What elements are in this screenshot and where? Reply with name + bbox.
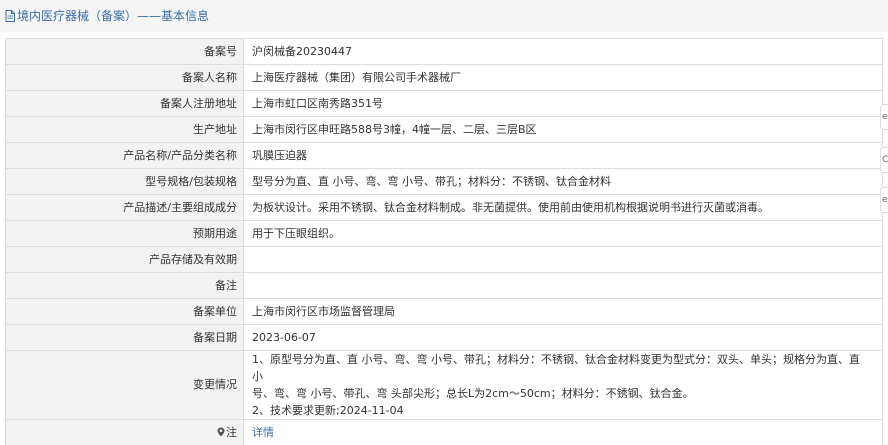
table-row: 变更情况 1、原型号分为直、直 小号、弯、弯 小号、带孔；材料分：不锈钢、钛合金…: [5, 350, 883, 420]
table-row: 备注: [5, 272, 883, 299]
table-row: 注 详情: [5, 419, 883, 445]
table-row: 备案单位 上海市闵行区市场监督管理局: [5, 298, 883, 325]
table-row: 备案人名称 上海医疗器械（集团）有限公司手术器械厂: [5, 64, 883, 91]
device-info-table: 备案号 沪闵械备20230447 备案人名称 上海医疗器械（集团）有限公司手术器…: [5, 38, 883, 445]
table-row: 产品存储及有效期: [5, 246, 883, 273]
change-line: 2、技术要求更新;2024-11-04: [252, 404, 404, 417]
field-value-record-authority: 上海市闵行区市场监督管理局: [243, 298, 883, 325]
side-tab[interactable]: C: [880, 147, 888, 173]
field-label-storage-validity: 产品存储及有效期: [5, 246, 244, 273]
field-value-record-number: 沪闵械备20230447: [243, 38, 883, 65]
table-row: 预期用途 用于下压眼组织。: [5, 220, 883, 247]
field-label-change-history: 变更情况: [5, 350, 244, 420]
map-pin-icon: [217, 427, 225, 437]
field-label-product-name: 产品名称/产品分类名称: [5, 142, 244, 169]
field-value-registrant-name: 上海医疗器械（集团）有限公司手术器械厂: [243, 64, 883, 91]
field-value-product-description: 为板状设计。采用不锈钢、钛合金材料制成。非无菌提供。使用前由使用机构根据说明书进…: [243, 194, 883, 221]
table-row: 型号规格/包装规格 型号分为直、直 小号、弯、弯 小号、带孔；材料分：不锈钢、钛…: [5, 168, 883, 195]
field-label-record-date: 备案日期: [5, 324, 244, 351]
side-tab[interactable]: e: [880, 104, 888, 130]
field-value-remarks: [243, 272, 883, 299]
side-tab[interactable]: e: [880, 187, 888, 213]
page-header: 境内医疗器械（备案）——基本信息: [0, 0, 888, 32]
field-label-record-number: 备案号: [5, 38, 244, 65]
field-label-production-address: 生产地址: [5, 116, 244, 143]
change-line: 1、原型号分为直、直 小号、弯、弯 小号、带孔；材料分：不锈钢、钛合金材料变更为…: [252, 353, 860, 383]
field-label-model-spec: 型号规格/包装规格: [5, 168, 244, 195]
page-title: 境内医疗器械（备案）——基本信息: [5, 8, 209, 24]
field-label-intended-use: 预期用途: [5, 220, 244, 247]
field-label-remarks: 备注: [5, 272, 244, 299]
table-row: 备案号 沪闵械备20230447: [5, 38, 883, 65]
table-row: 产品名称/产品分类名称 巩膜压迫器: [5, 142, 883, 169]
field-label-registrant-name: 备案人名称: [5, 64, 244, 91]
field-value-registrant-address: 上海市虹口区南秀路351号: [243, 90, 883, 117]
field-value-record-date: 2023-06-07: [243, 324, 883, 351]
field-value-production-address: 上海市闵行区申旺路588号3幢，4幢一层、二层、三层B区: [243, 116, 883, 143]
change-line: 号、弯、弯 小号、带孔、弯 头部尖形；总长L为2cm～50cm；材料分：不锈钢、…: [252, 387, 694, 400]
document-icon: [5, 10, 15, 22]
table-row: 生产地址 上海市闵行区申旺路588号3幢，4幢一层、二层、三层B区: [5, 116, 883, 143]
field-value-intended-use: 用于下压眼组织。: [243, 220, 883, 247]
field-label-product-description: 产品描述/主要组成成分: [5, 194, 244, 221]
field-label-record-authority: 备案单位: [5, 298, 244, 325]
field-value-change-history: 1、原型号分为直、直 小号、弯、弯 小号、带孔；材料分：不锈钢、钛合金材料变更为…: [243, 350, 883, 420]
page-title-text: 境内医疗器械（备案）——基本信息: [17, 9, 210, 23]
field-label-registrant-address: 备案人注册地址: [5, 90, 244, 117]
field-value-note: 详情: [243, 419, 883, 445]
field-value-model-spec: 型号分为直、直 小号、弯、弯 小号、带孔；材料分：不锈钢、钛合金材料: [243, 168, 883, 195]
details-link[interactable]: 详情: [252, 426, 274, 439]
table-row: 产品描述/主要组成成分 为板状设计。采用不锈钢、钛合金材料制成。非无菌提供。使用…: [5, 194, 883, 221]
field-value-storage-validity: [243, 246, 883, 273]
table-row: 备案日期 2023-06-07: [5, 324, 883, 351]
table-row: 备案人注册地址 上海市虹口区南秀路351号: [5, 90, 883, 117]
field-label-note: 注: [5, 419, 244, 445]
note-label-text: 注: [226, 425, 237, 439]
field-value-product-name: 巩膜压迫器: [243, 142, 883, 169]
